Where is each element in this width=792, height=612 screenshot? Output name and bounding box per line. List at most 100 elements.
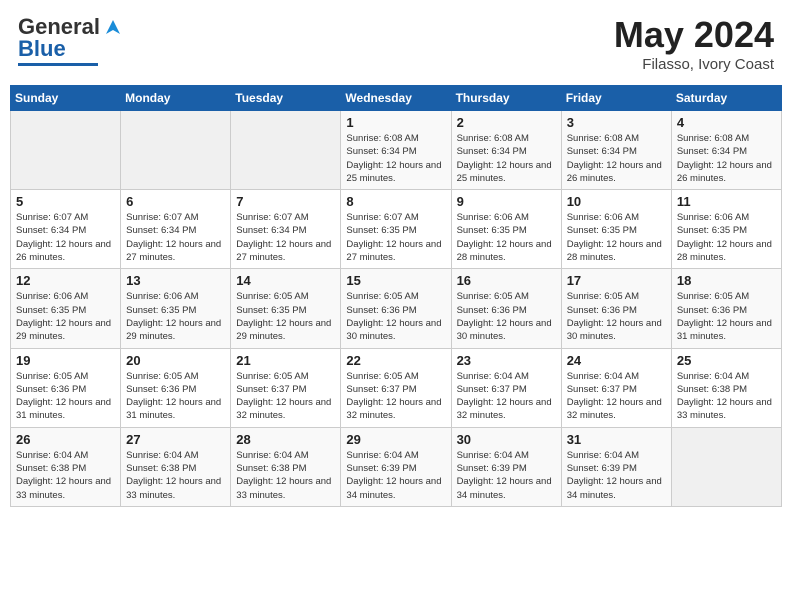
cell-info: Sunrise: 6:05 AMSunset: 6:35 PMDaylight:…	[236, 290, 335, 343]
cell-info: Sunrise: 6:04 AMSunset: 6:37 PMDaylight:…	[567, 370, 666, 423]
calendar-cell	[11, 111, 121, 190]
calendar-cell: 15 Sunrise: 6:05 AMSunset: 6:36 PMDayligh…	[341, 269, 451, 348]
cell-info: Sunrise: 6:06 AMSunset: 6:35 PMDaylight:…	[677, 211, 776, 264]
cell-info: Sunrise: 6:05 AMSunset: 6:37 PMDaylight:…	[236, 370, 335, 423]
cell-info: Sunrise: 6:06 AMSunset: 6:35 PMDaylight:…	[457, 211, 556, 264]
cell-info: Sunrise: 6:06 AMSunset: 6:35 PMDaylight:…	[16, 290, 115, 343]
day-of-week-header: Sunday	[11, 86, 121, 111]
day-number: 10	[567, 194, 666, 209]
day-number: 8	[346, 194, 445, 209]
cell-info: Sunrise: 6:04 AMSunset: 6:37 PMDaylight:…	[457, 370, 556, 423]
cell-info: Sunrise: 6:04 AMSunset: 6:38 PMDaylight:…	[16, 449, 115, 502]
cell-info: Sunrise: 6:04 AMSunset: 6:39 PMDaylight:…	[457, 449, 556, 502]
calendar-cell: 4Sunrise: 6:08 AMSunset: 6:34 PMDaylight…	[671, 111, 781, 190]
cell-info: Sunrise: 6:04 AMSunset: 6:38 PMDaylight:…	[677, 370, 776, 423]
day-number: 6	[126, 194, 225, 209]
calendar-cell	[121, 111, 231, 190]
cell-info: Sunrise: 6:08 AMSunset: 6:34 PMDaylight:…	[567, 132, 666, 185]
calendar-cell: 25 Sunrise: 6:04 AMSunset: 6:38 PMDayligh…	[671, 348, 781, 427]
day-of-week-header: Friday	[561, 86, 671, 111]
day-number: 31	[567, 432, 666, 447]
calendar-cell	[231, 111, 341, 190]
cell-info: Sunrise: 6:07 AMSunset: 6:34 PMDaylight:…	[236, 211, 335, 264]
day-number: 29	[346, 432, 445, 447]
cell-info: Sunrise: 6:08 AMSunset: 6:34 PMDaylight:…	[346, 132, 445, 185]
calendar-cell: 6 Sunrise: 6:07 AMSunset: 6:34 PMDaylight…	[121, 190, 231, 269]
day-number: 5	[16, 194, 115, 209]
cell-info: Sunrise: 6:05 AMSunset: 6:36 PMDaylight:…	[346, 290, 445, 343]
day-number: 19	[16, 353, 115, 368]
day-number: 13	[126, 273, 225, 288]
calendar-cell: 24 Sunrise: 6:04 AMSunset: 6:37 PMDayligh…	[561, 348, 671, 427]
calendar-cell: 21Sunrise: 6:05 AMSunset: 6:37 PMDayligh…	[231, 348, 341, 427]
day-of-week-header: Monday	[121, 86, 231, 111]
day-number: 26	[16, 432, 115, 447]
calendar-cell: 9Sunrise: 6:06 AMSunset: 6:35 PMDaylight…	[451, 190, 561, 269]
calendar-cell: 22Sunrise: 6:05 AMSunset: 6:37 PMDayligh…	[341, 348, 451, 427]
calendar-week-row: 12 Sunrise: 6:06 AMSunset: 6:35 PMDayligh…	[11, 269, 782, 348]
logo-underline	[18, 63, 98, 66]
calendar-cell: 31 Sunrise: 6:04 AMSunset: 6:39 PMDayligh…	[561, 427, 671, 506]
day-number: 4	[677, 115, 776, 130]
calendar-week-row: 26 Sunrise: 6:04 AMSunset: 6:38 PMDayligh…	[11, 427, 782, 506]
calendar-cell: 5 Sunrise: 6:07 AMSunset: 6:34 PMDaylight…	[11, 190, 121, 269]
day-number: 3	[567, 115, 666, 130]
calendar-cell: 17 Sunrise: 6:05 AMSunset: 6:36 PMDayligh…	[561, 269, 671, 348]
calendar-cell: 3 Sunrise: 6:08 AMSunset: 6:34 PMDaylight…	[561, 111, 671, 190]
cell-info: Sunrise: 6:06 AMSunset: 6:35 PMDaylight:…	[126, 290, 225, 343]
day-number: 24	[567, 353, 666, 368]
calendar-week-row: 19 Sunrise: 6:05 AMSunset: 6:36 PMDayligh…	[11, 348, 782, 427]
calendar-cell: 30 Sunrise: 6:04 AMSunset: 6:39 PMDayligh…	[451, 427, 561, 506]
day-number: 18	[677, 273, 776, 288]
day-number: 25	[677, 353, 776, 368]
cell-info: Sunrise: 6:08 AMSunset: 6:34 PMDaylight:…	[457, 132, 556, 185]
calendar-cell: 14 Sunrise: 6:05 AMSunset: 6:35 PMDayligh…	[231, 269, 341, 348]
day-number: 16	[457, 273, 556, 288]
calendar-body: 1 Sunrise: 6:08 AMSunset: 6:34 PMDaylight…	[11, 111, 782, 507]
title-block: May 2024 Filasso, Ivory Coast	[614, 14, 774, 73]
cell-info: Sunrise: 6:05 AMSunset: 6:36 PMDaylight:…	[567, 290, 666, 343]
day-number: 2	[457, 115, 556, 130]
cell-info: Sunrise: 6:05 AMSunset: 6:36 PMDaylight:…	[677, 290, 776, 343]
calendar-cell: 20Sunrise: 6:05 AMSunset: 6:36 PMDayligh…	[121, 348, 231, 427]
logo-bird-icon	[102, 16, 124, 38]
day-number: 7	[236, 194, 335, 209]
calendar-cell: 1 Sunrise: 6:08 AMSunset: 6:34 PMDaylight…	[341, 111, 451, 190]
day-number: 14	[236, 273, 335, 288]
cell-info: Sunrise: 6:05 AMSunset: 6:36 PMDaylight:…	[457, 290, 556, 343]
cell-info: Sunrise: 6:05 AMSunset: 6:36 PMDaylight:…	[126, 370, 225, 423]
day-number: 1	[346, 115, 445, 130]
calendar-cell	[671, 427, 781, 506]
day-number: 23	[457, 353, 556, 368]
calendar-week-row: 1 Sunrise: 6:08 AMSunset: 6:34 PMDaylight…	[11, 111, 782, 190]
calendar-cell: 16 Sunrise: 6:05 AMSunset: 6:36 PMDayligh…	[451, 269, 561, 348]
day-of-week-header: Saturday	[671, 86, 781, 111]
day-number: 12	[16, 273, 115, 288]
calendar-cell: 19Sunrise: 6:05 AMSunset: 6:36 PMDayligh…	[11, 348, 121, 427]
day-number: 22	[346, 353, 445, 368]
cell-info: Sunrise: 6:07 AMSunset: 6:34 PMDaylight:…	[126, 211, 225, 264]
day-number: 27	[126, 432, 225, 447]
day-number: 30	[457, 432, 556, 447]
calendar-cell: 27 Sunrise: 6:04 AMSunset: 6:38 PMDayligh…	[121, 427, 231, 506]
page-header: General Blue May 2024 Filasso, Ivory Coa…	[10, 10, 782, 77]
day-number: 11	[677, 194, 776, 209]
calendar-cell: 28Sunrise: 6:04 AMSunset: 6:38 PMDayligh…	[231, 427, 341, 506]
cell-info: Sunrise: 6:04 AMSunset: 6:38 PMDaylight:…	[236, 449, 335, 502]
cell-info: Sunrise: 6:04 AMSunset: 6:38 PMDaylight:…	[126, 449, 225, 502]
calendar-cell: 7 Sunrise: 6:07 AMSunset: 6:34 PMDaylight…	[231, 190, 341, 269]
day-number: 17	[567, 273, 666, 288]
calendar-cell: 23 Sunrise: 6:04 AMSunset: 6:37 PMDayligh…	[451, 348, 561, 427]
cell-info: Sunrise: 6:07 AMSunset: 6:34 PMDaylight:…	[16, 211, 115, 264]
calendar-cell: 29Sunrise: 6:04 AMSunset: 6:39 PMDayligh…	[341, 427, 451, 506]
day-number: 15	[346, 273, 445, 288]
calendar-cell: 2 Sunrise: 6:08 AMSunset: 6:34 PMDaylight…	[451, 111, 561, 190]
calendar-cell: 8Sunrise: 6:07 AMSunset: 6:35 PMDaylight…	[341, 190, 451, 269]
calendar-cell: 18 Sunrise: 6:05 AMSunset: 6:36 PMDayligh…	[671, 269, 781, 348]
calendar-cell: 26 Sunrise: 6:04 AMSunset: 6:38 PMDayligh…	[11, 427, 121, 506]
cell-info: Sunrise: 6:04 AMSunset: 6:39 PMDaylight:…	[567, 449, 666, 502]
day-of-week-header: Tuesday	[231, 86, 341, 111]
calendar-cell: 12 Sunrise: 6:06 AMSunset: 6:35 PMDayligh…	[11, 269, 121, 348]
calendar-table: SundayMondayTuesdayWednesdayThursdayFrid…	[10, 85, 782, 507]
logo: General Blue	[18, 14, 124, 66]
